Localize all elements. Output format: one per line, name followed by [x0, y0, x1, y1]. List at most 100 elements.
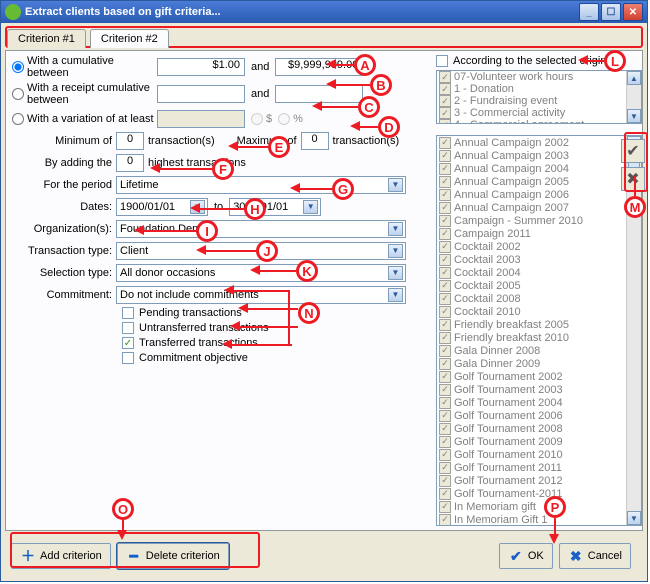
add-criterion-button[interactable]: ＋Add criterion	[11, 543, 111, 569]
checkbox-icon: ✓	[439, 514, 451, 526]
campaign-item[interactable]: ✓Friendly breakfast 2010	[437, 331, 641, 344]
campaign-item[interactable]: ✓Cocktail 2004	[437, 266, 641, 279]
checkbox-icon: ✓	[439, 436, 451, 448]
checkbox-icon: ✓	[439, 176, 451, 188]
campaign-item[interactable]: ✓Golf Tournament 2009	[437, 435, 641, 448]
period-select[interactable]: Lifetime ▼	[116, 176, 406, 194]
checkbox-icon: ✓	[439, 488, 451, 500]
receipt-high-input[interactable]	[275, 85, 363, 103]
variation-input	[157, 110, 245, 128]
titlebar: Extract clients based on gift criteria..…	[1, 1, 647, 23]
cancel-button[interactable]: ✖Cancel	[559, 543, 631, 569]
date-to-select[interactable]: 3000/01/01▼	[229, 198, 321, 216]
campaign-label: Annual Campaign 2002	[454, 137, 569, 149]
origin-item[interactable]: ✓4 - Commercial agreement	[437, 119, 641, 124]
right-panel: According to the selected origins ✓07-Vo…	[436, 55, 642, 124]
scroll-down-icon[interactable]: ▼	[627, 511, 641, 525]
campaign-label: Cocktail 2010	[454, 306, 521, 318]
app-icon	[5, 4, 21, 20]
campaign-item[interactable]: ✓Golf Tournament 2002	[437, 370, 641, 383]
campaign-item[interactable]: ✓In Memoriam gift	[437, 500, 641, 513]
selection-type-select[interactable]: All donor occasions▼	[116, 264, 406, 282]
transferred-checkbox[interactable]: ✓	[122, 337, 134, 349]
pending-checkbox[interactable]	[122, 307, 134, 319]
commitment-obj-checkbox[interactable]	[122, 352, 134, 364]
campaign-item[interactable]: ✓Golf Tournament 2011	[437, 461, 641, 474]
checkbox-icon: ✓	[439, 371, 451, 383]
tab-criterion-2[interactable]: Criterion #2	[90, 29, 169, 48]
campaign-item[interactable]: ✓Golf Tournament-2011	[437, 487, 641, 500]
campaign-item[interactable]: ✓Cocktail 2010	[437, 305, 641, 318]
receipt-low-input[interactable]	[157, 85, 245, 103]
checkbox-icon: ✓	[439, 423, 451, 435]
campaign-item[interactable]: ✓Annual Campaign 2004	[437, 162, 641, 175]
campaign-item[interactable]: ✓Campaign 2011	[437, 227, 641, 240]
campaign-item[interactable]: ✓Golf Tournament 2008	[437, 422, 641, 435]
cumulative-high-input[interactable]: $9,999,999.00	[275, 58, 363, 76]
scroll-down-icon[interactable]: ▼	[627, 109, 641, 123]
cumulative-low-input[interactable]: $1.00	[157, 58, 245, 76]
minimize-button[interactable]: _	[579, 3, 599, 21]
campaign-item[interactable]: ✓Annual Campaign 2005	[437, 175, 641, 188]
campaign-item[interactable]: ✓Annual Campaign 2003	[437, 149, 641, 162]
transaction-type-select[interactable]: Client▼	[116, 242, 406, 260]
checkbox-icon: ✓	[439, 449, 451, 461]
maximum-input[interactable]: 0	[301, 132, 329, 150]
campaign-item[interactable]: ✓Annual Campaign 2002	[437, 136, 641, 149]
ok-button[interactable]: ✔OK	[499, 543, 553, 569]
campaign-item[interactable]: ✓Golf Tournament 2003	[437, 383, 641, 396]
scroll-up-icon[interactable]: ▲	[627, 71, 641, 85]
campaign-label: Annual Campaign 2005	[454, 176, 569, 188]
radio-variation[interactable]	[12, 113, 24, 125]
checkbox-icon: ✓	[439, 410, 451, 422]
campaign-list[interactable]: ✓Annual Campaign 2002✓Annual Campaign 20…	[436, 135, 642, 526]
campaign-item[interactable]: ✓Annual Campaign 2007	[437, 201, 641, 214]
minimum-input[interactable]: 0	[116, 132, 144, 150]
campaign-label: In Memoriam Gift 1	[454, 514, 548, 526]
campaign-label: Campaign 2011	[454, 228, 531, 240]
origin-item[interactable]: ✓3 - Commercial activity	[437, 107, 641, 119]
campaign-label: Cocktail 2003	[454, 254, 521, 266]
chevron-down-icon: ▼	[388, 178, 403, 192]
organization-select[interactable]: Foundation Demo▼	[116, 220, 406, 238]
origin-item[interactable]: ✓07-Volunteer work hours	[437, 71, 641, 83]
scrollbar[interactable]: ▲ ▼	[626, 71, 641, 123]
close-button[interactable]: ✕	[623, 3, 643, 21]
campaign-item[interactable]: ✓Golf Tournament 2006	[437, 409, 641, 422]
campaign-item[interactable]: ✓Cocktail 2005	[437, 279, 641, 292]
check-icon: ✔	[508, 548, 524, 564]
campaign-item[interactable]: ✓Cocktail 2003	[437, 253, 641, 266]
campaign-item[interactable]: ✓Cocktail 2008	[437, 292, 641, 305]
delete-criterion-button[interactable]: ━Delete criterion	[117, 543, 229, 569]
select-all-button[interactable]: ✔	[621, 139, 645, 163]
campaign-item[interactable]: ✓Golf Tournament 2004	[437, 396, 641, 409]
highest-trx-input[interactable]: 0	[116, 154, 144, 172]
campaign-item[interactable]: ✓Golf Tournament 2010	[437, 448, 641, 461]
campaign-item[interactable]: ✓Gala Dinner 2009	[437, 357, 641, 370]
origin-item[interactable]: ✓2 - Fundraising event	[437, 95, 641, 107]
radio-receipt-cumulative[interactable]	[12, 88, 24, 100]
label-transaction-type: Transaction type:	[12, 245, 116, 257]
campaign-item[interactable]: ✓Cocktail 2002	[437, 240, 641, 253]
campaign-item[interactable]: ✓Gala Dinner 2008	[437, 344, 641, 357]
commitment-select[interactable]: Do not include commitments▼	[116, 286, 406, 304]
origins-checkbox[interactable]	[436, 55, 448, 67]
deselect-all-button[interactable]: ✖	[621, 167, 645, 191]
campaign-label: Golf Tournament-2011	[454, 488, 562, 500]
date-from-select[interactable]: 1900/01/01▼	[116, 198, 208, 216]
campaign-item[interactable]: ✓In Memoriam Gift 1	[437, 513, 641, 526]
campaign-item[interactable]: ✓Annual Campaign 2006	[437, 188, 641, 201]
tab-criterion-1[interactable]: Criterion #1	[7, 29, 86, 48]
campaign-item[interactable]: ✓Campaign - Summer 2010	[437, 214, 641, 227]
checkbox-icon: ✓	[439, 71, 451, 83]
period-value: Lifetime	[120, 179, 159, 191]
campaign-item[interactable]: ✓Golf Tournament 2012	[437, 474, 641, 487]
maximize-button[interactable]: ☐	[601, 3, 621, 21]
checkbox-icon: ✓	[439, 254, 451, 266]
origins-list[interactable]: ✓07-Volunteer work hours✓1 - Donation✓2 …	[436, 70, 642, 124]
untransferred-checkbox[interactable]	[122, 322, 134, 334]
campaign-item[interactable]: ✓Friendly breakfast 2005	[437, 318, 641, 331]
checkbox-icon: ✓	[439, 384, 451, 396]
radio-cumulative-between[interactable]	[12, 61, 24, 73]
origin-item[interactable]: ✓1 - Donation	[437, 83, 641, 95]
